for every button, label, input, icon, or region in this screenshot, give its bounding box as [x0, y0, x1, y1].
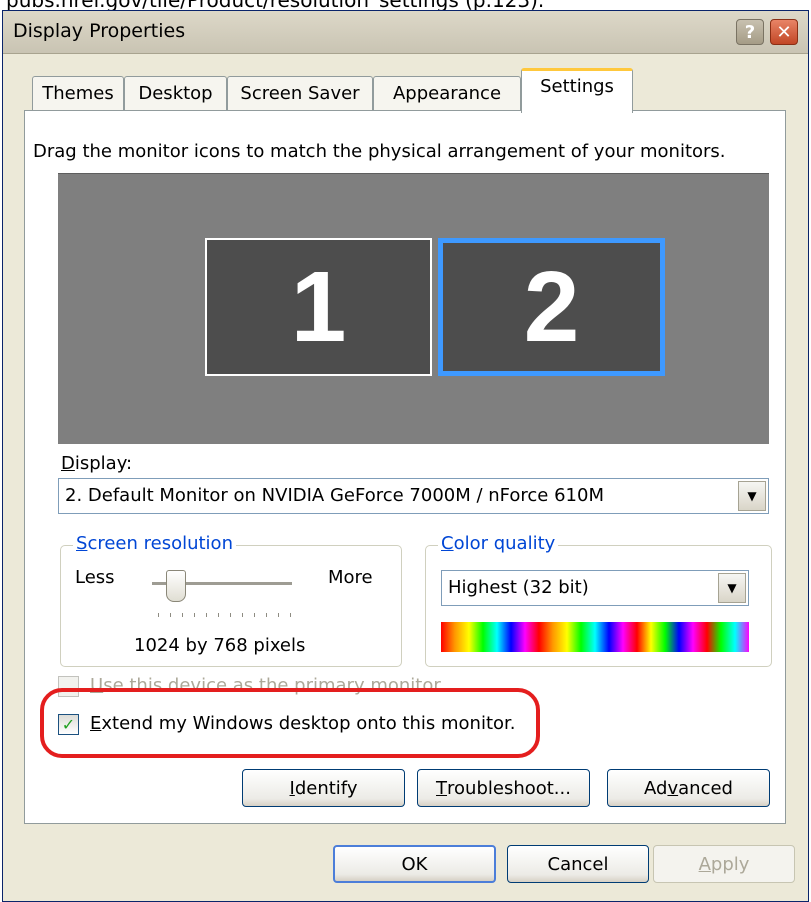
slider-more-label: More: [328, 567, 373, 588]
chevron-down-icon[interactable]: ▼: [718, 573, 746, 603]
display-label-rest: isplay:: [74, 453, 133, 474]
display-select-value: 2. Default Monitor on NVIDIA GeForce 700…: [65, 485, 604, 506]
ok-button[interactable]: OK: [333, 845, 496, 883]
close-icon: ✕: [776, 21, 792, 43]
display-label: Display:: [61, 453, 132, 474]
tab-settings[interactable]: Settings: [521, 68, 633, 113]
help-button[interactable]: ?: [736, 19, 764, 45]
resolution-value-text: 1024 by 768 pixels: [134, 635, 306, 656]
troubleshoot-accel: T: [436, 777, 448, 799]
slider-less-label: Less: [75, 567, 115, 588]
chevron-down-icon[interactable]: ▼: [738, 481, 766, 511]
monitor-icon-2-selected[interactable]: 2: [438, 238, 665, 376]
monitor-icon-1[interactable]: 1: [205, 238, 432, 376]
tab-themes[interactable]: Themes: [32, 76, 124, 110]
apply-rest: pply: [710, 853, 750, 875]
apply-accel: A: [698, 853, 711, 875]
apply-button-disabled[interactable]: Apply: [653, 845, 795, 883]
advanced-button[interactable]: Ad v anced: [607, 769, 770, 807]
screen-resolution-title-accel: S: [76, 533, 88, 554]
color-quality-title-rest: olor quality: [453, 533, 556, 554]
color-spectrum-bar: [441, 622, 749, 652]
slider-ticks: [158, 613, 292, 617]
advanced-rest: anced: [678, 777, 733, 799]
title-bar[interactable]: Display Properties ? ✕: [3, 11, 808, 54]
highlight-annotation-oval: [40, 688, 540, 758]
color-quality-value: Highest (32 bit): [448, 577, 589, 598]
identify-button[interactable]: Identify: [242, 769, 405, 807]
tab-desktop[interactable]: Desktop: [124, 76, 227, 110]
cancel-button[interactable]: Cancel: [507, 845, 649, 883]
monitor-arrangement-area: 1 2: [58, 173, 769, 444]
color-quality-select[interactable]: Highest (32 bit) ▼: [441, 570, 749, 606]
display-label-accel: D: [61, 453, 75, 474]
window-title: Display Properties: [13, 20, 186, 42]
advanced-pre: Ad: [644, 777, 668, 799]
screen-resolution-title-rest: creen resolution: [87, 533, 233, 554]
tab-screen-saver[interactable]: Screen Saver: [227, 76, 373, 110]
help-icon: ?: [744, 21, 756, 43]
color-quality-title-accel: C: [441, 533, 454, 554]
screen-resolution-title: Screen resolution: [73, 533, 236, 554]
display-select[interactable]: 2. Default Monitor on NVIDIA GeForce 700…: [58, 478, 769, 514]
instruction-text: Drag the monitor icons to match the phys…: [33, 141, 726, 162]
advanced-accel: v: [667, 777, 679, 799]
color-quality-title: Color quality: [438, 533, 559, 554]
resolution-slider-thumb[interactable]: [166, 570, 186, 602]
identify-rest: dentify: [294, 777, 358, 799]
close-button[interactable]: ✕: [770, 19, 798, 45]
tab-appearance[interactable]: Appearance: [373, 76, 521, 110]
troubleshoot-button[interactable]: Troubleshoot...: [417, 769, 590, 807]
troubleshoot-rest: roubleshoot...: [447, 777, 571, 799]
